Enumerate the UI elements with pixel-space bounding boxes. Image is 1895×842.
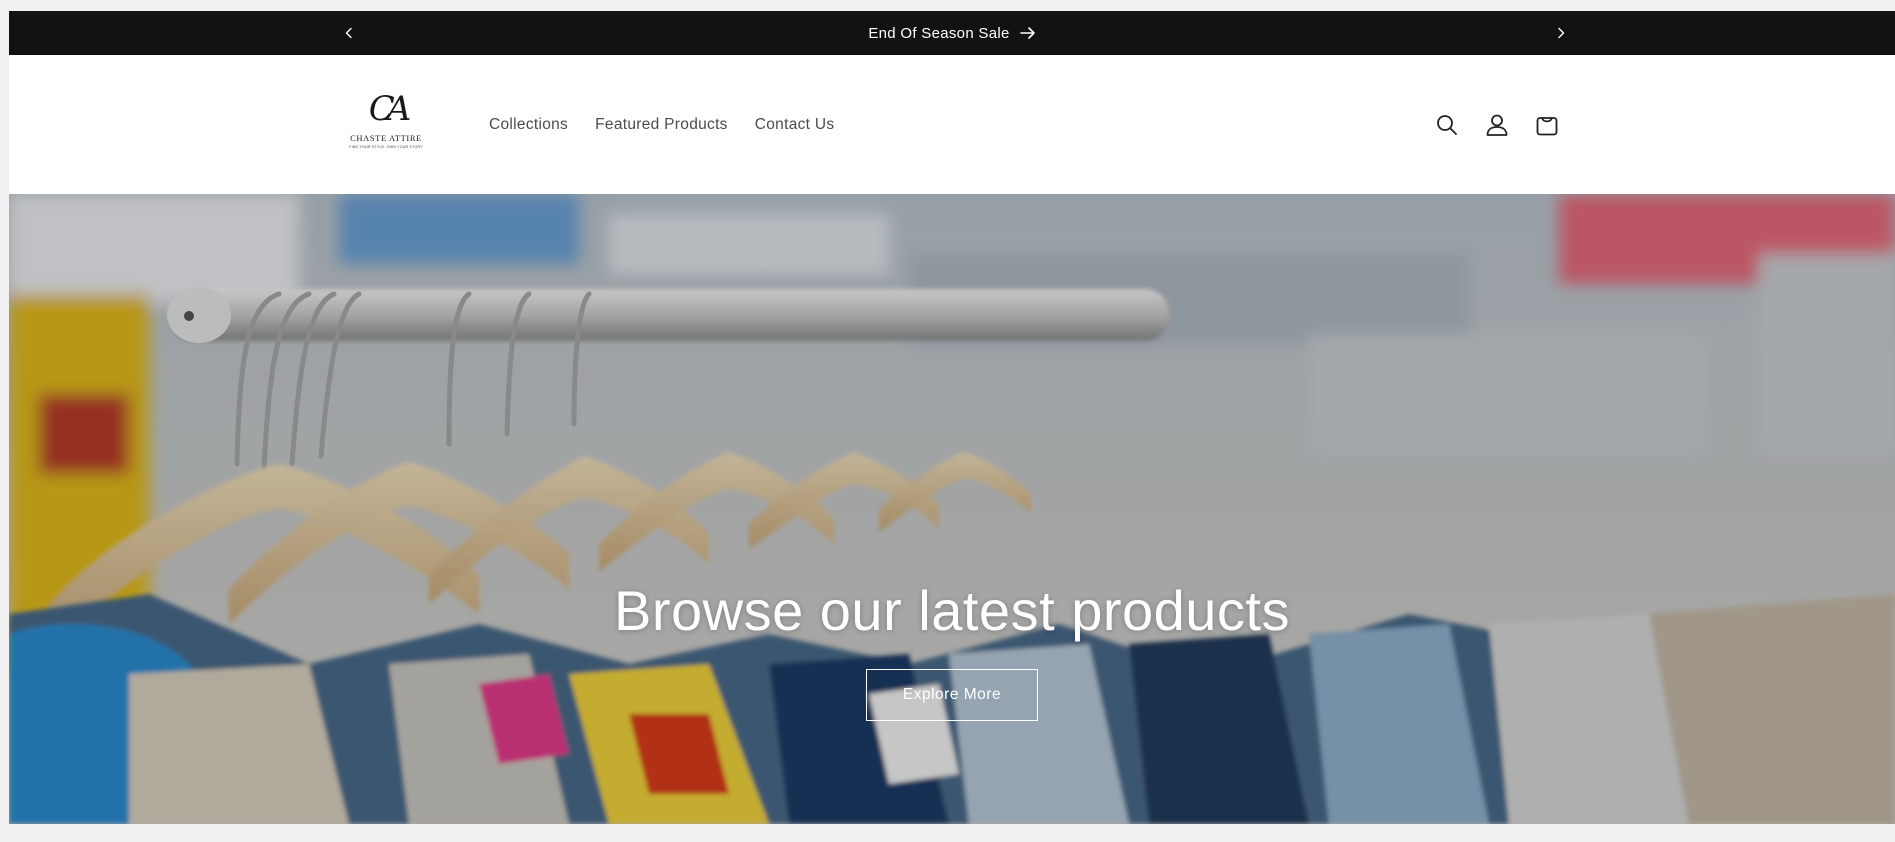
account-button[interactable] xyxy=(1483,111,1511,139)
main-nav: Collections Featured Products Contact Us xyxy=(489,55,834,194)
hero-content: Browse our latest products Explore More xyxy=(9,578,1895,721)
announcement-prev-button[interactable] xyxy=(331,11,367,55)
announcement-next-button[interactable] xyxy=(1543,11,1579,55)
nav-item-contact-us[interactable]: Contact Us xyxy=(755,116,835,134)
nav-item-featured-products[interactable]: Featured Products xyxy=(595,116,728,134)
arrow-right-icon xyxy=(1019,27,1035,39)
site-header: CA CHASTE ATTIRE FIND YOUR STYLE. OWN YO… xyxy=(9,55,1895,194)
cart-button[interactable] xyxy=(1533,111,1561,139)
user-icon xyxy=(1486,114,1508,136)
chevron-left-icon xyxy=(345,27,352,39)
page-frame: End Of Season Sale CA CHASTE ATTIRE FIND… xyxy=(9,11,1895,824)
hero-title: Browse our latest products xyxy=(614,579,1290,642)
brand-name: CHASTE ATTIRE xyxy=(350,133,422,143)
chevron-right-icon xyxy=(1558,27,1565,39)
hero-overlay xyxy=(9,194,1895,824)
search-button[interactable] xyxy=(1433,111,1461,139)
brand-tagline: FIND YOUR STYLE. OWN YOUR STORY xyxy=(349,145,423,149)
announcement-bar: End Of Season Sale xyxy=(9,11,1895,55)
header-icons xyxy=(1433,55,1561,194)
announcement-link[interactable]: End Of Season Sale xyxy=(868,25,1035,42)
nav-item-collections[interactable]: Collections xyxy=(489,116,568,134)
cart-icon xyxy=(1536,116,1558,135)
hero-banner: Browse our latest products Explore More xyxy=(9,194,1895,824)
brand-logo[interactable]: CA CHASTE ATTIRE FIND YOUR STYLE. OWN YO… xyxy=(347,89,425,161)
explore-more-button[interactable]: Explore More xyxy=(866,669,1038,721)
brand-logo-mark: CA xyxy=(368,89,411,129)
search-icon xyxy=(1437,114,1457,135)
announcement-text: End Of Season Sale xyxy=(868,24,1010,42)
